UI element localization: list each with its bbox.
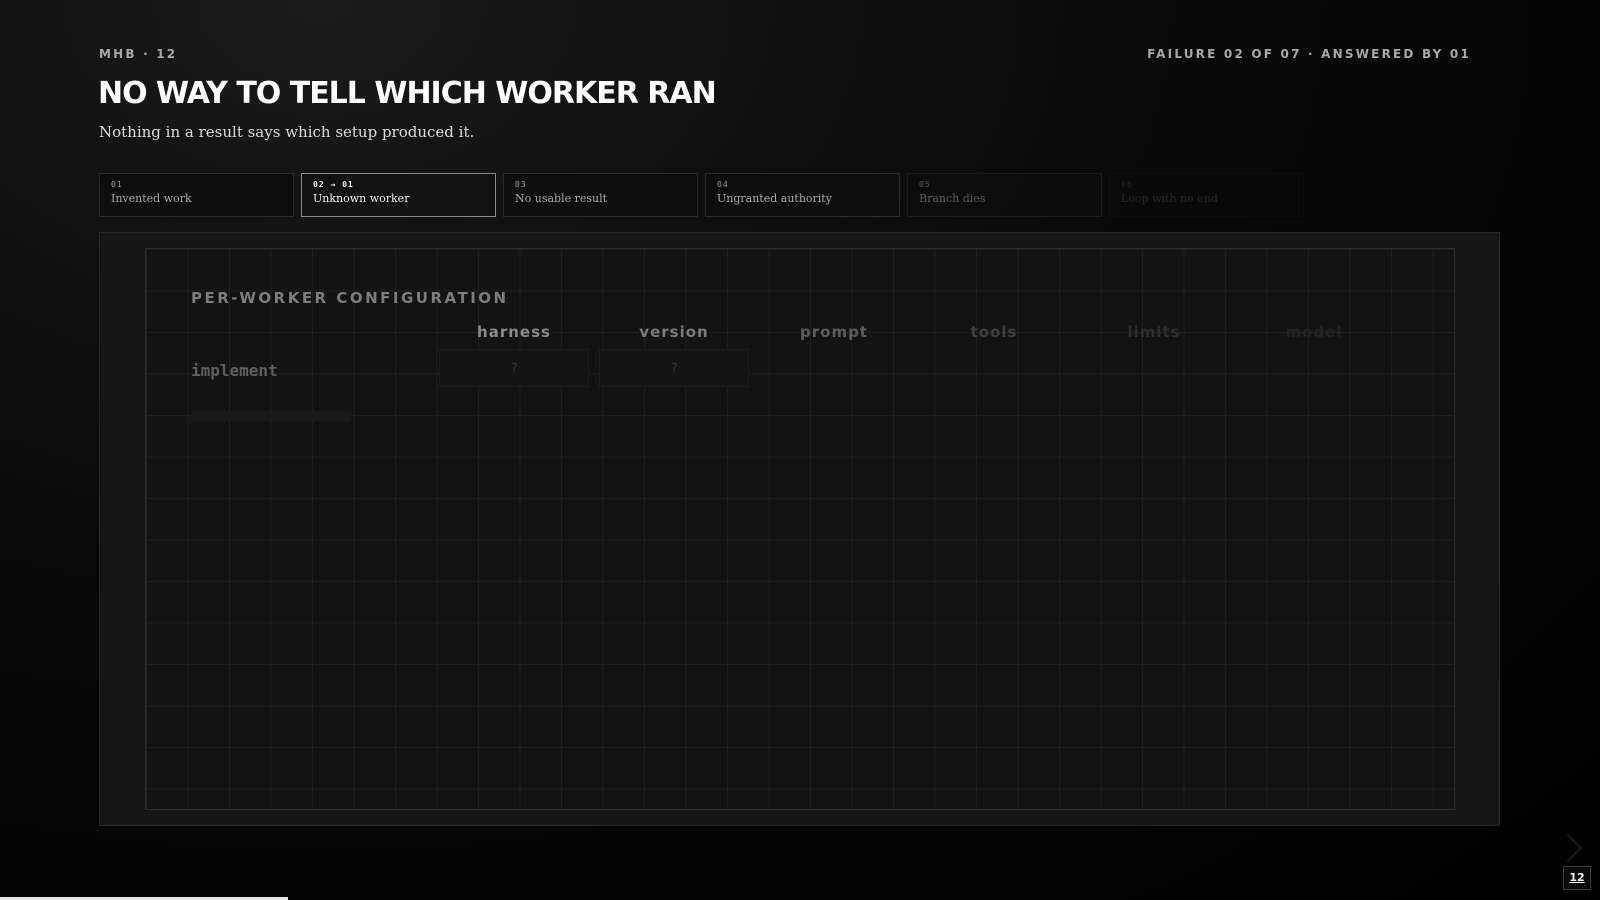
ghost-row <box>191 411 351 421</box>
column-model: model <box>1285 323 1343 341</box>
column-prompt: prompt <box>800 323 868 341</box>
tab-ungranted-authority[interactable]: 04 Ungranted authority <box>705 173 900 217</box>
tab-number: 01 <box>111 180 123 189</box>
tab-label: Invented work <box>111 192 192 205</box>
tab-number: 02 → 01 <box>313 180 354 189</box>
tab-no-usable-result[interactable]: 03 No usable result <box>503 173 698 217</box>
column-limits: limits <box>1127 323 1181 341</box>
tab-loop-with-no-end[interactable]: 06 Loop with no end <box>1109 173 1304 217</box>
tab-number: 06 <box>1121 180 1133 189</box>
tab-label: No usable result <box>515 192 608 205</box>
tab-label: Ungranted authority <box>717 192 832 205</box>
tab-number: 03 <box>515 180 527 189</box>
tab-invented-work[interactable]: 01 Invented work <box>99 173 294 217</box>
config-grid: PER-WORKER CONFIGURATION harness version… <box>145 248 1455 810</box>
config-panel: PER-WORKER CONFIGURATION harness version… <box>99 232 1500 826</box>
cell-version-unknown: ? <box>599 349 749 387</box>
row-label-implement: implement <box>191 361 278 380</box>
page-number[interactable]: 12 <box>1563 866 1591 890</box>
tab-label: Loop with no end <box>1121 192 1218 205</box>
next-arrow-icon[interactable] <box>1553 833 1583 863</box>
failure-tabs: 01 Invented work 02 → 01 Unknown worker … <box>99 173 1304 217</box>
failure-counter: FAILURE 02 OF 07 · ANSWERED BY 01 <box>1147 47 1471 61</box>
page-subtitle: Nothing in a result says which setup pro… <box>99 123 475 141</box>
tab-number: 05 <box>919 180 931 189</box>
column-harness: harness <box>477 323 551 341</box>
column-tools: tools <box>970 323 1018 341</box>
column-version: version <box>639 323 709 341</box>
deck-kicker: MHB · 12 <box>99 47 178 61</box>
page-title: NO WAY TO TELL WHICH WORKER RAN <box>98 76 717 111</box>
tab-unknown-worker[interactable]: 02 → 01 Unknown worker <box>301 173 496 217</box>
config-title: PER-WORKER CONFIGURATION <box>191 289 509 307</box>
tab-label: Unknown worker <box>313 192 410 205</box>
tab-branch-dies[interactable]: 05 Branch dies <box>907 173 1102 217</box>
cell-harness-unknown: ? <box>439 349 589 387</box>
tab-label: Branch dies <box>919 192 986 205</box>
tab-number: 04 <box>717 180 729 189</box>
